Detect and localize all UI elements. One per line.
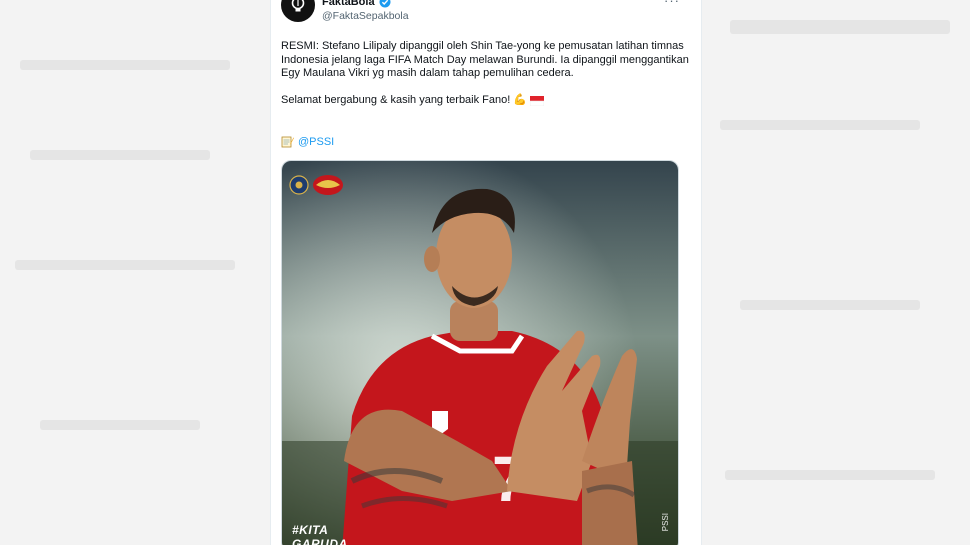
pssi-watermark: PSSI [661,513,670,532]
kita-garuda-overlay: #KITA GARUDA [292,523,348,545]
flexed-biceps-emoji: 💪 [513,93,528,106]
blurred-text-line [40,420,200,430]
more-options-button[interactable]: ··· [664,0,680,8]
blurred-text-line [20,60,230,70]
tweet-paragraph-1: RESMI: Stefano Lilipaly dipanggil oleh S… [281,40,689,80]
avatar[interactable] [281,0,315,22]
tweet-card[interactable]: FaktaBola @FaktaSepakbola ··· RESMI: Ste… [270,0,702,545]
mention-row: @PSSI [281,135,334,148]
overlay-line-2: GARUDA [292,537,348,545]
pssi-logo-icon [289,175,309,195]
blurred-text-line [730,20,950,34]
tweet-paragraph-2: Selamat bergabung & kasih yang terbaik F… [281,94,689,108]
author-name-row[interactable]: FaktaBola [322,0,391,8]
tweet-photo[interactable]: 7 #KITA GARUDA PSSI [281,160,679,545]
blurred-text-line [15,260,235,270]
display-name[interactable]: FaktaBola [322,0,375,8]
tweet-paragraph-2-text: Selamat bergabung & kasih yang terbaik F… [281,93,511,106]
lightbulb-logo-icon [291,0,305,12]
garuda-emblem-icon [313,175,343,195]
tweet-text: RESMI: Stefano Lilipaly dipanggil oleh S… [281,40,689,107]
user-handle[interactable]: @FaktaSepakbola [322,10,409,22]
background-left-panel [0,0,270,545]
memo-icon [281,136,294,148]
blurred-text-line [725,470,935,480]
indonesia-flag-icon [530,95,545,106]
verified-badge-icon [379,0,391,8]
overlay-line-1: #KITA [292,523,329,537]
blurred-text-line [740,300,920,310]
blurred-text-line [720,120,920,130]
background-right-panel [700,0,970,545]
pssi-mention-link[interactable]: @PSSI [298,136,334,148]
player-photo-illustration: 7 [282,161,678,545]
blurred-text-line [30,150,210,160]
